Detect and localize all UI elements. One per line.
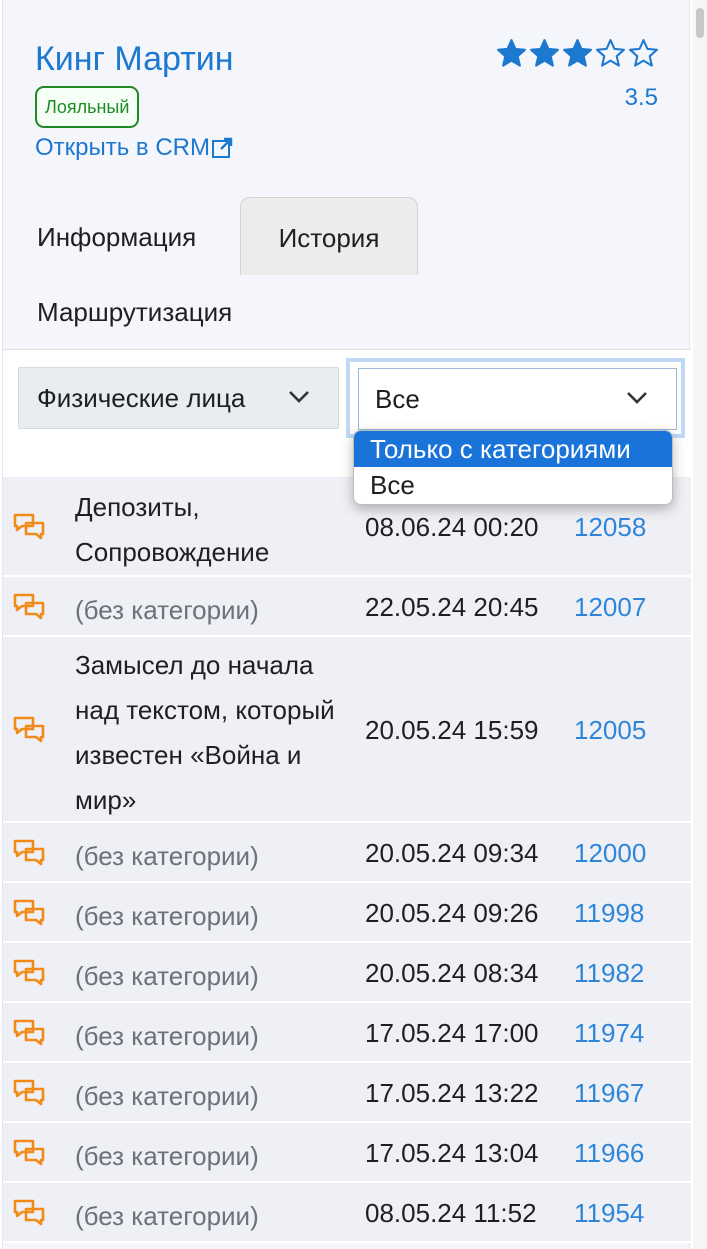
- history-category: (без категории): [75, 1080, 259, 1111]
- client-header: Кинг Мартин Лояльный Открыть в CRM 3.5 И…: [3, 0, 691, 350]
- history-row[interactable]: (без категории) 17.05.24 13:22 11967: [3, 1063, 691, 1123]
- chevron-down-icon: [627, 392, 647, 404]
- category-select-focus-ring: Все: [346, 358, 685, 438]
- history-row[interactable]: (без категории) 17.05.24 17:00 11974: [3, 1003, 691, 1063]
- loyalty-badge: Лояльный: [35, 86, 140, 128]
- chat-bubbles-icon: [13, 513, 45, 540]
- chat-bubbles-icon: [13, 899, 45, 926]
- history-date: 20.05.24 08:34: [365, 958, 539, 988]
- tab-history[interactable]: История: [240, 197, 418, 275]
- history-row[interactable]: (без категории) 17.05.24 13:04 11966: [3, 1123, 691, 1183]
- history-id-link[interactable]: 11954: [574, 1198, 644, 1229]
- external-link-icon: [212, 137, 233, 158]
- history-category: Депозиты, Сопровождение: [75, 492, 270, 567]
- history-date: 20.05.24 09:26: [365, 898, 539, 928]
- history-id-link[interactable]: 12000: [574, 838, 646, 869]
- history-category: Замысел до начала над текстом, который и…: [75, 650, 335, 815]
- chat-bubbles-icon: [13, 1139, 45, 1166]
- history-category: (без категории): [75, 1020, 259, 1051]
- open-in-crm-link[interactable]: Открыть в CRM: [35, 134, 233, 162]
- chat-bubbles-icon: [13, 593, 45, 620]
- history-id-link[interactable]: 12058: [574, 512, 646, 543]
- history-row[interactable]: (без категории) 22.05.24 20:45 12007: [3, 577, 691, 637]
- client-type-select[interactable]: Физические лица: [18, 367, 339, 429]
- history-date: 08.06.24 00:20: [365, 512, 539, 542]
- history-id-link[interactable]: 11966: [574, 1138, 644, 1169]
- history-category: (без категории): [75, 840, 259, 871]
- history-row[interactable]: (без категории) 20.05.24 09:26 11998: [3, 883, 691, 943]
- category-option-with-categories[interactable]: Только с категориями: [354, 431, 672, 467]
- history-date: 08.05.24 11:52: [365, 1198, 537, 1228]
- history-id-link[interactable]: 11967: [574, 1078, 644, 1109]
- history-id-link[interactable]: 11982: [574, 958, 644, 989]
- history-category: (без категории): [75, 594, 259, 625]
- tab-routing[interactable]: Маршрутизация: [37, 297, 232, 328]
- history-id-link[interactable]: 12005: [574, 715, 646, 746]
- star-filled-icon: [530, 39, 559, 67]
- rating-stars: [496, 38, 659, 68]
- rating-value: 3.5: [624, 84, 658, 111]
- history-row[interactable]: (без категории) 20.05.24 09:34 12000: [3, 823, 691, 883]
- chat-bubbles-icon: [13, 1079, 45, 1106]
- chat-bubbles-icon: [13, 1019, 45, 1046]
- history-row[interactable]: (без категории) 20.05.24 08:34 11982: [3, 943, 691, 1003]
- history-date: 17.05.24 17:00: [365, 1018, 539, 1048]
- scrollbar-thumb[interactable]: [696, 8, 704, 38]
- category-dropdown: Только с категориями Все: [353, 430, 673, 505]
- star-filled-icon: [497, 39, 526, 67]
- history-date: 22.05.24 20:45: [365, 592, 539, 622]
- open-in-crm-label: Открыть в CRM: [35, 134, 210, 161]
- history-id-link[interactable]: 12007: [574, 592, 646, 623]
- history-id-link[interactable]: 11974: [574, 1018, 644, 1049]
- star-empty-icon: [629, 39, 658, 67]
- history-category: (без категории): [75, 960, 259, 991]
- history-date: 17.05.24 13:04: [365, 1138, 539, 1168]
- tab-information[interactable]: Информация: [37, 222, 196, 253]
- chevron-down-icon: [289, 391, 309, 403]
- history-date: 20.05.24 09:34: [365, 838, 539, 868]
- history-date: 17.05.24 13:22: [365, 1078, 539, 1108]
- scrollbar[interactable]: [693, 0, 707, 1249]
- history-category: (без категории): [75, 1200, 259, 1231]
- category-option-all[interactable]: Все: [354, 467, 672, 503]
- chat-bubbles-icon: [13, 959, 45, 986]
- history-category: (без категории): [75, 900, 259, 931]
- client-name: Кинг Мартин: [35, 40, 234, 78]
- history-row[interactable]: (без категории) 08.05.24 11:52 11954: [3, 1183, 691, 1243]
- client-type-value: Физические лица: [37, 383, 246, 413]
- history-category: (без категории): [75, 1140, 259, 1171]
- client-panel: Кинг Мартин Лояльный Открыть в CRM 3.5 И…: [2, 0, 691, 1249]
- star-filled-icon: [563, 39, 592, 67]
- history-id-link[interactable]: 11998: [574, 898, 644, 929]
- chat-bubbles-icon: [13, 716, 45, 743]
- chat-bubbles-icon: [13, 839, 45, 866]
- category-select[interactable]: Все: [358, 368, 677, 430]
- star-empty-icon: [596, 39, 625, 67]
- history-list: Депозиты, Сопровождение 08.06.24 00:20 120…: [3, 477, 691, 1243]
- chat-bubbles-icon: [13, 1199, 45, 1226]
- history-date: 20.05.24 15:59: [365, 715, 539, 745]
- category-select-value: Все: [375, 384, 420, 414]
- history-row[interactable]: Замысел до начала над текстом, который и…: [3, 637, 691, 823]
